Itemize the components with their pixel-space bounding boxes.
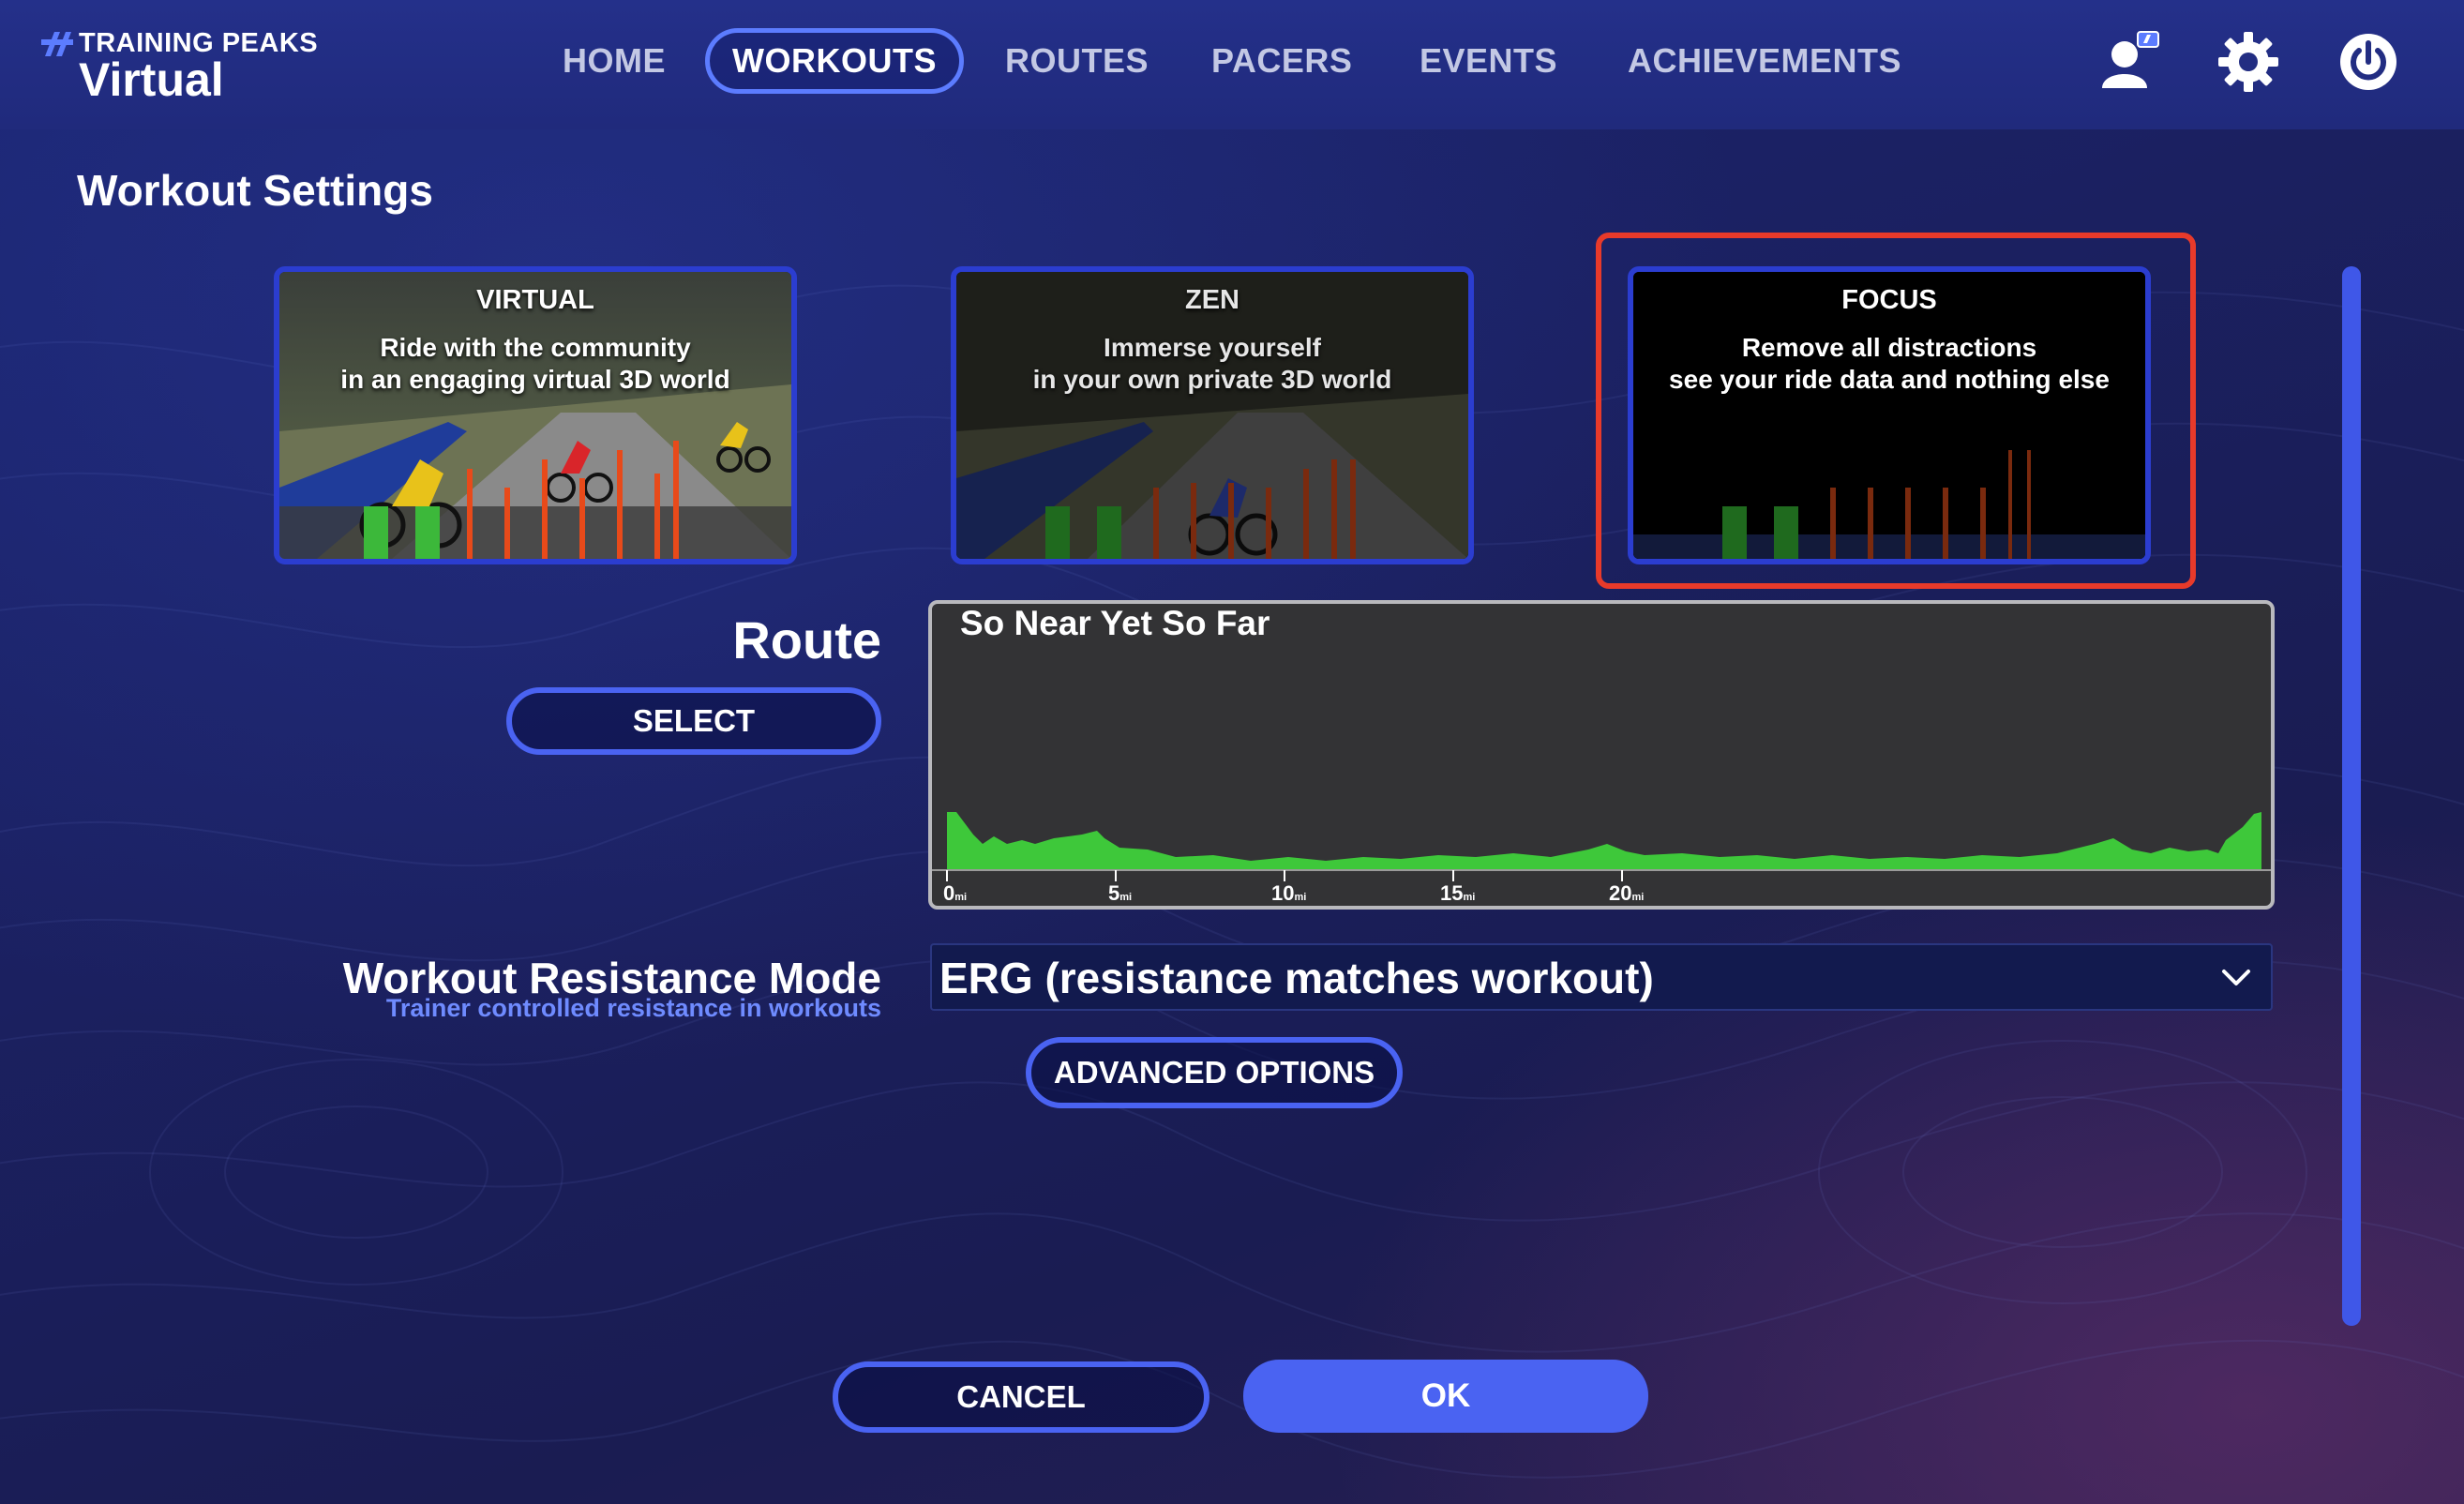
- mode-card-zen[interactable]: ZEN Immerse yourself in your own private…: [951, 266, 1474, 564]
- route-label: Route: [732, 610, 881, 669]
- top-nav-bar: TRAINING PEAKS Virtual HOME WORKOUTS ROU…: [0, 0, 2464, 129]
- axis-tick-15: 15mi: [1440, 881, 1475, 906]
- page-title: Workout Settings: [77, 166, 433, 215]
- mode-desc-virtual: Ride with the community in an engaging v…: [279, 332, 791, 396]
- mode-desc-line1: Immerse yourself: [1104, 333, 1321, 362]
- axis-tick-10: 10mi: [1271, 881, 1306, 906]
- mode-desc-line2: in your own private 3D world: [1032, 365, 1392, 394]
- logo-product-text: Virtual: [79, 53, 224, 106]
- axis-tick-0: 0mi: [943, 881, 967, 906]
- mode-title-zen: ZEN: [1185, 285, 1240, 315]
- logo-mark-icon: [41, 32, 73, 56]
- route-select-button[interactable]: SELECT: [506, 687, 881, 755]
- cancel-button[interactable]: CANCEL: [833, 1361, 1209, 1433]
- resistance-mode-sublabel: Trainer controlled resistance in workout…: [385, 994, 881, 1022]
- power-icon[interactable]: [2333, 26, 2404, 98]
- nav-home[interactable]: HOME: [563, 28, 666, 94]
- tick-value: 5: [1108, 881, 1120, 905]
- advanced-options-button[interactable]: ADVANCED OPTIONS: [1026, 1037, 1403, 1108]
- tick-value: 20: [1609, 881, 1632, 905]
- tick-unit: mi: [954, 892, 968, 903]
- nav-events[interactable]: EVENTS: [1420, 28, 1557, 94]
- tick-value: 15: [1440, 881, 1464, 905]
- tick-value: 10: [1271, 881, 1295, 905]
- nav-achievements[interactable]: ACHIEVEMENTS: [1628, 28, 1901, 94]
- tick-value: 0: [943, 881, 955, 905]
- axis-tick-5: 5mi: [1108, 881, 1132, 906]
- tick-unit: mi: [1463, 892, 1476, 903]
- nav-routes[interactable]: ROUTES: [1005, 28, 1149, 94]
- mode-desc-line1: Ride with the community: [380, 333, 691, 362]
- route-elevation-panel[interactable]: So Near Yet So Far 0mi 5mi 10mi 15mi 20m…: [928, 600, 2275, 910]
- vertical-scrollbar[interactable]: [2342, 266, 2361, 1326]
- focus-selection-highlight: [1596, 233, 2196, 589]
- ok-button[interactable]: OK: [1243, 1360, 1648, 1433]
- profile-icon[interactable]: [2093, 26, 2164, 98]
- trainingpeaks-virtual-logo[interactable]: TRAINING PEAKS Virtual: [41, 24, 323, 109]
- tick-unit: mi: [1119, 892, 1133, 903]
- route-elevation-profile: [932, 812, 2271, 881]
- axis-tick-20: 20mi: [1609, 881, 1644, 906]
- chevron-down-icon: [2222, 970, 2250, 985]
- route-name: So Near Yet So Far: [960, 604, 1270, 642]
- mode-card-virtual[interactable]: VIRTUAL Ride with the community in an en…: [274, 266, 797, 564]
- mode-desc-zen: Immerse yourself in your own private 3D …: [956, 332, 1468, 396]
- nav-pacers[interactable]: PACERS: [1211, 28, 1352, 94]
- mode-title-virtual: VIRTUAL: [476, 285, 594, 315]
- tick-unit: mi: [1631, 892, 1645, 903]
- resistance-mode-dropdown[interactable]: ERG (resistance matches workout): [930, 943, 2273, 1011]
- gear-icon[interactable]: [2213, 26, 2284, 98]
- nav-workouts[interactable]: WORKOUTS: [705, 28, 964, 94]
- resistance-mode-value: ERG (resistance matches workout): [939, 954, 1654, 1002]
- mode-desc-line2: in an engaging virtual 3D world: [340, 365, 730, 394]
- tick-unit: mi: [1294, 892, 1307, 903]
